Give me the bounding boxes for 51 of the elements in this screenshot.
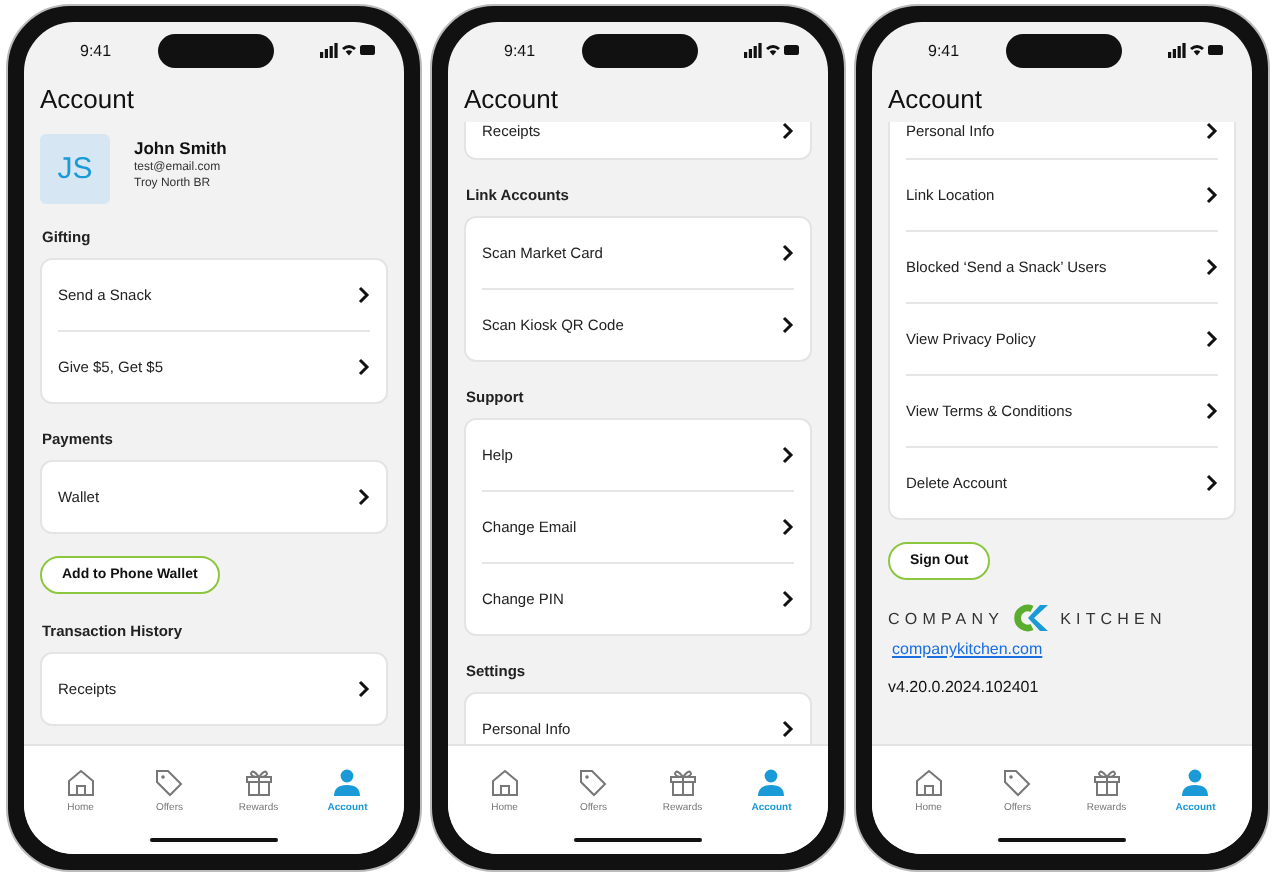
tag-icon — [578, 768, 609, 798]
chevron-right-icon — [358, 488, 370, 506]
chevron-right-icon — [782, 446, 794, 464]
website-link[interactable]: companykitchen.com — [892, 640, 1043, 658]
avatar-initials: JS — [40, 134, 110, 204]
chevron-right-icon — [358, 286, 370, 304]
status-icons — [319, 42, 376, 58]
chevron-right-icon — [358, 680, 370, 698]
person-icon — [1180, 768, 1211, 798]
chevron-right-icon — [1206, 122, 1218, 140]
status-icons — [743, 42, 800, 58]
page-title: Account — [886, 82, 984, 118]
status-time: 9:41 — [80, 41, 112, 59]
camera-notch — [157, 33, 274, 67]
home-icon — [489, 768, 520, 798]
home-indicator — [998, 837, 1126, 842]
gift-icon — [1091, 768, 1122, 798]
person-icon — [332, 768, 363, 798]
home-indicator — [150, 837, 278, 842]
chevron-right-icon — [358, 358, 370, 376]
logo-mark-icon — [1014, 604, 1051, 632]
chevron-right-icon — [782, 244, 794, 262]
chevron-right-icon — [782, 518, 794, 536]
person-icon — [756, 768, 787, 798]
camera-notch — [581, 33, 698, 67]
chevron-right-icon — [1206, 330, 1218, 348]
status-icons — [1167, 42, 1224, 58]
home-icon — [65, 768, 96, 798]
logo-wordmark: COMPANY — [888, 609, 1005, 627]
chevron-right-icon — [1206, 258, 1218, 276]
user-name: John Smith — [134, 138, 227, 158]
status-time: 9:41 — [928, 41, 960, 59]
version-text: v4.20.0.2024.102401 — [888, 678, 1039, 696]
status-time: 9:41 — [504, 41, 536, 59]
gift-icon — [243, 768, 274, 798]
chevron-right-icon — [1206, 186, 1218, 204]
page-title: Account — [462, 82, 560, 118]
chevron-right-icon — [1206, 402, 1218, 420]
home-indicator — [574, 837, 702, 842]
chevron-right-icon — [782, 590, 794, 608]
chevron-right-icon — [782, 720, 794, 738]
gift-icon — [667, 768, 698, 798]
home-icon — [913, 768, 944, 798]
tag-icon — [1002, 768, 1033, 798]
logo-wordmark: KITCHEN — [1060, 609, 1167, 627]
chevron-right-icon — [782, 122, 794, 140]
page-title: Account — [38, 82, 136, 118]
chevron-right-icon — [782, 316, 794, 334]
tag-icon — [154, 768, 185, 798]
chevron-right-icon — [1206, 474, 1218, 492]
camera-notch — [1005, 33, 1122, 67]
